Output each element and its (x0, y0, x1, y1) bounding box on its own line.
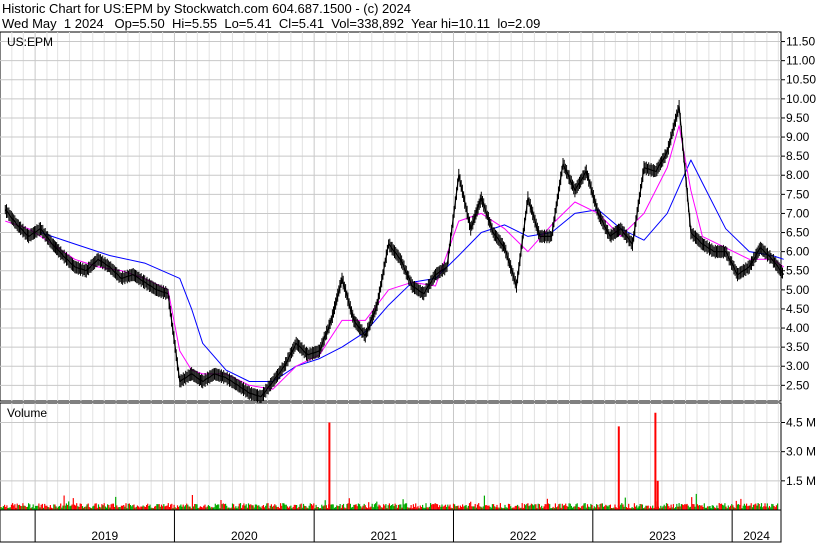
price-tick-label: 11.00 (786, 54, 815, 68)
price-tick-label: 7.00 (786, 206, 810, 220)
price-tick-label: 9.50 (786, 111, 810, 125)
price-tick-label: 11.50 (786, 35, 815, 49)
x-tick-label-2021: 2021 (370, 529, 397, 543)
price-tick-label: 10.50 (786, 73, 816, 87)
price-axis: 11.50 11.00 10.50 10.00 9.50 9.00 8.50 8.00 7.50… (781, 35, 816, 392)
volume-panel: 4.5 M 3.0 M 1.5 M Volume (0, 402, 816, 511)
x-tick-label-2024: 2024 (743, 529, 770, 543)
price-tick-label: 4.00 (786, 321, 810, 335)
volume-tick-label: 3.0 M (786, 445, 816, 459)
x-tick-label-2023: 2023 (649, 529, 676, 543)
price-tick-label: 4.50 (786, 302, 810, 316)
price-panel-label: US:EPM (7, 35, 53, 49)
price-tick-label: 3.50 (786, 340, 810, 354)
price-tick-label: 8.00 (786, 168, 810, 182)
price-tick-label: 10.00 (786, 92, 816, 106)
price-tick-label: 6.00 (786, 245, 810, 259)
x-axis: 2019 2020 2021 2022 2023 2024 (0, 509, 782, 543)
price-tick-label: 5.00 (786, 283, 810, 297)
x-tick-label-2020: 2020 (231, 529, 258, 543)
price-tick-label: 2.50 (786, 378, 810, 392)
price-plot-frame (0, 31, 782, 402)
price-tick-label: 8.50 (786, 149, 810, 163)
price-tick-label: 3.00 (786, 359, 810, 373)
stock-chart: 11.50 11.00 10.50 10.00 9.50 9.00 8.50 8.00 7.50… (0, 31, 816, 543)
price-panel: 11.50 11.00 10.50 10.00 9.50 9.00 8.50 8.00 7.50… (0, 31, 816, 404)
x-tick-label-2019: 2019 (91, 529, 118, 543)
price-tick-label: 9.00 (786, 130, 810, 144)
volume-tick-label: 4.5 M (786, 416, 816, 430)
price-tick-label: 5.50 (786, 264, 810, 278)
volume-panel-label: Volume (7, 406, 47, 420)
price-tick-label: 7.50 (786, 187, 810, 201)
x-tick-label-2022: 2022 (510, 529, 537, 543)
volume-axis: 4.5 M 3.0 M 1.5 M (781, 416, 816, 488)
volume-plot-frame (0, 402, 782, 511)
volume-tick-label: 1.5 M (786, 474, 816, 488)
price-tick-label: 6.50 (786, 226, 810, 240)
